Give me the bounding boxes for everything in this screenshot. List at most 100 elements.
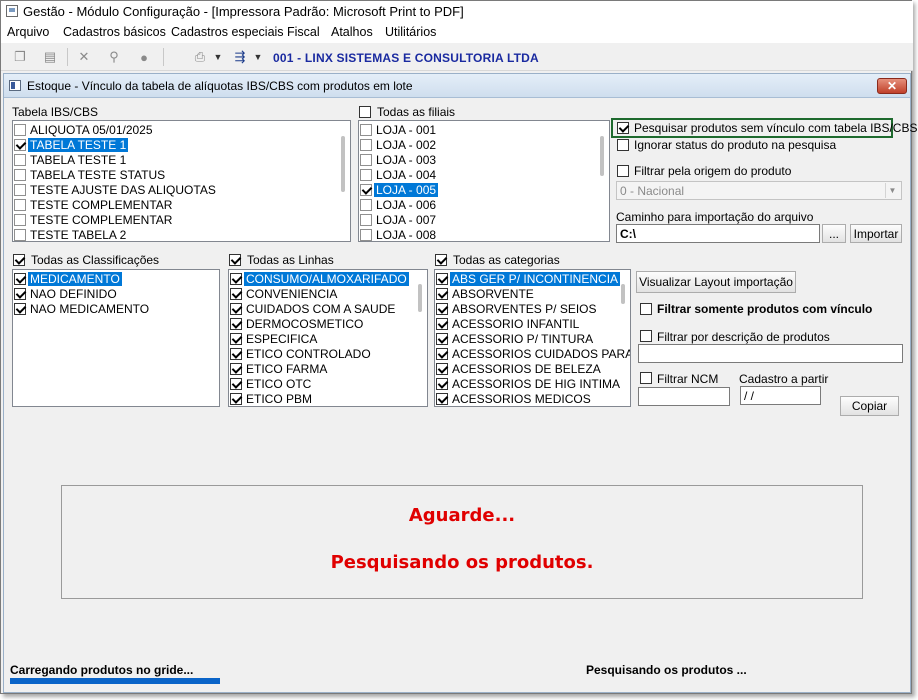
list-item[interactable]: ETICO CONTROLADO [230, 346, 373, 361]
menu-fiscal[interactable]: Fiscal [287, 25, 320, 39]
menu-atalhos[interactable]: Atalhos [331, 25, 373, 39]
list-item-checkbox[interactable] [14, 213, 26, 226]
list-item-checkbox[interactable] [14, 138, 26, 151]
list-item[interactable]: LOJA - 002 [360, 137, 438, 152]
list-item-checkbox[interactable] [436, 332, 448, 345]
cadastro-date-input[interactable]: / / [740, 386, 821, 405]
export-icon[interactable]: ⇶ [231, 48, 249, 66]
menu-cadastros-basicos[interactable]: Cadastros básicos [63, 25, 166, 39]
list-item-checkbox[interactable] [230, 302, 242, 315]
list-item-checkbox[interactable] [436, 302, 448, 315]
filiais-scrollbar[interactable] [600, 136, 604, 176]
list-item[interactable]: ABSORVENTE [436, 286, 536, 301]
filtrar-origem-checkbox[interactable] [617, 165, 629, 177]
linhas-list[interactable]: CONSUMO/ALMOXARIFADO CONVENIENCIA CUIDADOS… [228, 269, 428, 407]
list-item-checkbox[interactable] [436, 287, 448, 300]
list-item-checkbox[interactable] [230, 317, 242, 330]
list-item[interactable]: ACESSORIOS DE BELEZA [436, 361, 603, 376]
list-item-checkbox[interactable] [360, 138, 372, 151]
list-item-checkbox[interactable] [230, 377, 242, 390]
sem-vinculo-checkbox[interactable] [617, 122, 629, 134]
caminho-input[interactable]: C:\ [616, 224, 820, 243]
list-item-checkbox[interactable] [14, 228, 26, 241]
categorias-scrollbar[interactable] [621, 284, 625, 304]
list-item[interactable]: DERMOCOSMETICO [230, 316, 365, 331]
chevron-down-icon[interactable]: ▼ [885, 183, 899, 198]
list-item[interactable]: ACESSORIO INFANTIL [436, 316, 581, 331]
list-item-checkbox[interactable] [230, 392, 242, 405]
list-item-checkbox[interactable] [14, 123, 26, 136]
list-item[interactable]: LOJA - 006 [360, 197, 438, 212]
list-item-checkbox[interactable] [360, 153, 372, 166]
list-item-checkbox[interactable] [360, 123, 372, 136]
list-item-checkbox[interactable] [360, 183, 372, 196]
list-item[interactable]: LOJA - 008 [360, 227, 438, 241]
linhas-scrollbar[interactable] [418, 284, 422, 312]
todas-categorias-checkbox[interactable] [435, 254, 447, 266]
list-item[interactable]: ALIQUOTA 05/01/2025 [14, 122, 155, 137]
list-item-checkbox[interactable] [14, 302, 26, 315]
classificacoes-list[interactable]: MEDICAMENTO NAO DEFINIDO NAO MEDICAMENTO [12, 269, 220, 407]
ignorar-status-checkbox[interactable] [617, 139, 629, 151]
list-item-checkbox[interactable] [230, 347, 242, 360]
printer-icon[interactable]: ⎙ [191, 48, 209, 66]
somente-vinculo-checkbox[interactable] [640, 303, 652, 315]
list-item-checkbox[interactable] [436, 317, 448, 330]
list-item[interactable]: LOJA - 003 [360, 152, 438, 167]
list-item[interactable]: ACESSORIO P/ TINTURA [436, 331, 595, 346]
copiar-button[interactable]: Copiar [840, 396, 899, 416]
importar-button[interactable]: Importar [850, 224, 902, 243]
list-item[interactable]: TESTE COMPLEMENTAR [14, 197, 174, 212]
list-item-checkbox[interactable] [436, 362, 448, 375]
list-item-checkbox[interactable] [360, 228, 372, 241]
search-icon[interactable]: ⚲ [105, 48, 123, 66]
list-item[interactable]: TABELA TESTE 1 [14, 137, 129, 152]
list-item-checkbox[interactable] [436, 377, 448, 390]
categorias-list[interactable]: ABS GER P/ INCONTINENCIA ABSORVENTE ABSORV… [434, 269, 631, 407]
list-item-checkbox[interactable] [14, 168, 26, 181]
ncm-checkbox[interactable] [640, 372, 652, 384]
delete-icon[interactable]: ✕ [75, 48, 93, 66]
close-button[interactable]: ✕ [877, 78, 907, 94]
origem-select[interactable]: 0 - Nacional ▼ [616, 181, 902, 200]
list-item[interactable]: ABSORVENTES P/ SEIOS [436, 301, 599, 316]
list-item-checkbox[interactable] [230, 287, 242, 300]
ncm-input[interactable] [638, 387, 730, 406]
export-dropdown-icon[interactable]: ▼ [249, 48, 267, 66]
todas-classificacoes-checkbox[interactable] [13, 254, 25, 266]
list-item-checkbox[interactable] [436, 347, 448, 360]
list-item-checkbox[interactable] [230, 362, 242, 375]
tabela-scrollbar[interactable] [341, 136, 345, 192]
filiais-list[interactable]: LOJA - 001 LOJA - 002 LOJA - 003 LOJA - 004… [358, 120, 610, 242]
list-item[interactable]: MEDICAMENTO [14, 271, 122, 286]
list-item[interactable]: ETICO PBM [230, 391, 314, 406]
list-item[interactable]: LOJA - 007 [360, 212, 438, 227]
list-item-checkbox[interactable] [360, 168, 372, 181]
list-item[interactable]: NAO DEFINIDO [14, 286, 119, 301]
list-item[interactable]: LOJA - 004 [360, 167, 438, 182]
list-item[interactable]: TABELA TESTE STATUS [14, 167, 167, 182]
list-item-checkbox[interactable] [360, 198, 372, 211]
descricao-input[interactable] [638, 344, 903, 363]
list-item-checkbox[interactable] [14, 183, 26, 196]
browse-button[interactable]: ... [822, 224, 846, 243]
list-item-checkbox[interactable] [436, 272, 448, 285]
list-item[interactable]: TESTE TABELA 2 [14, 227, 128, 241]
list-item[interactable]: ESPECIFICA [230, 331, 319, 346]
list-item[interactable]: TABELA TESTE 1 [14, 152, 128, 167]
list-item[interactable]: ABS GER P/ INCONTINENCIA [436, 271, 621, 286]
list-item[interactable]: NAO MEDICAMENTO [14, 301, 151, 316]
todas-filiais-checkbox[interactable] [359, 106, 371, 118]
paste-icon[interactable]: ▤ [41, 48, 59, 66]
copy-icon[interactable]: ❐ [11, 48, 29, 66]
menu-arquivo[interactable]: Arquivo [7, 25, 49, 39]
list-item[interactable]: LOJA - 001 [360, 122, 438, 137]
visualizar-layout-button[interactable]: Visualizar Layout importação [636, 271, 796, 293]
menu-utilitarios[interactable]: Utilitários [385, 25, 436, 39]
list-item-checkbox[interactable] [14, 287, 26, 300]
list-item[interactable]: ACESSORIOS MEDICOS [436, 391, 593, 406]
printer-dropdown-icon[interactable]: ▼ [209, 48, 227, 66]
descricao-checkbox[interactable] [640, 330, 652, 342]
list-item[interactable]: ETICO OTC [230, 376, 313, 391]
list-item[interactable]: CONVENIENCIA [230, 286, 339, 301]
